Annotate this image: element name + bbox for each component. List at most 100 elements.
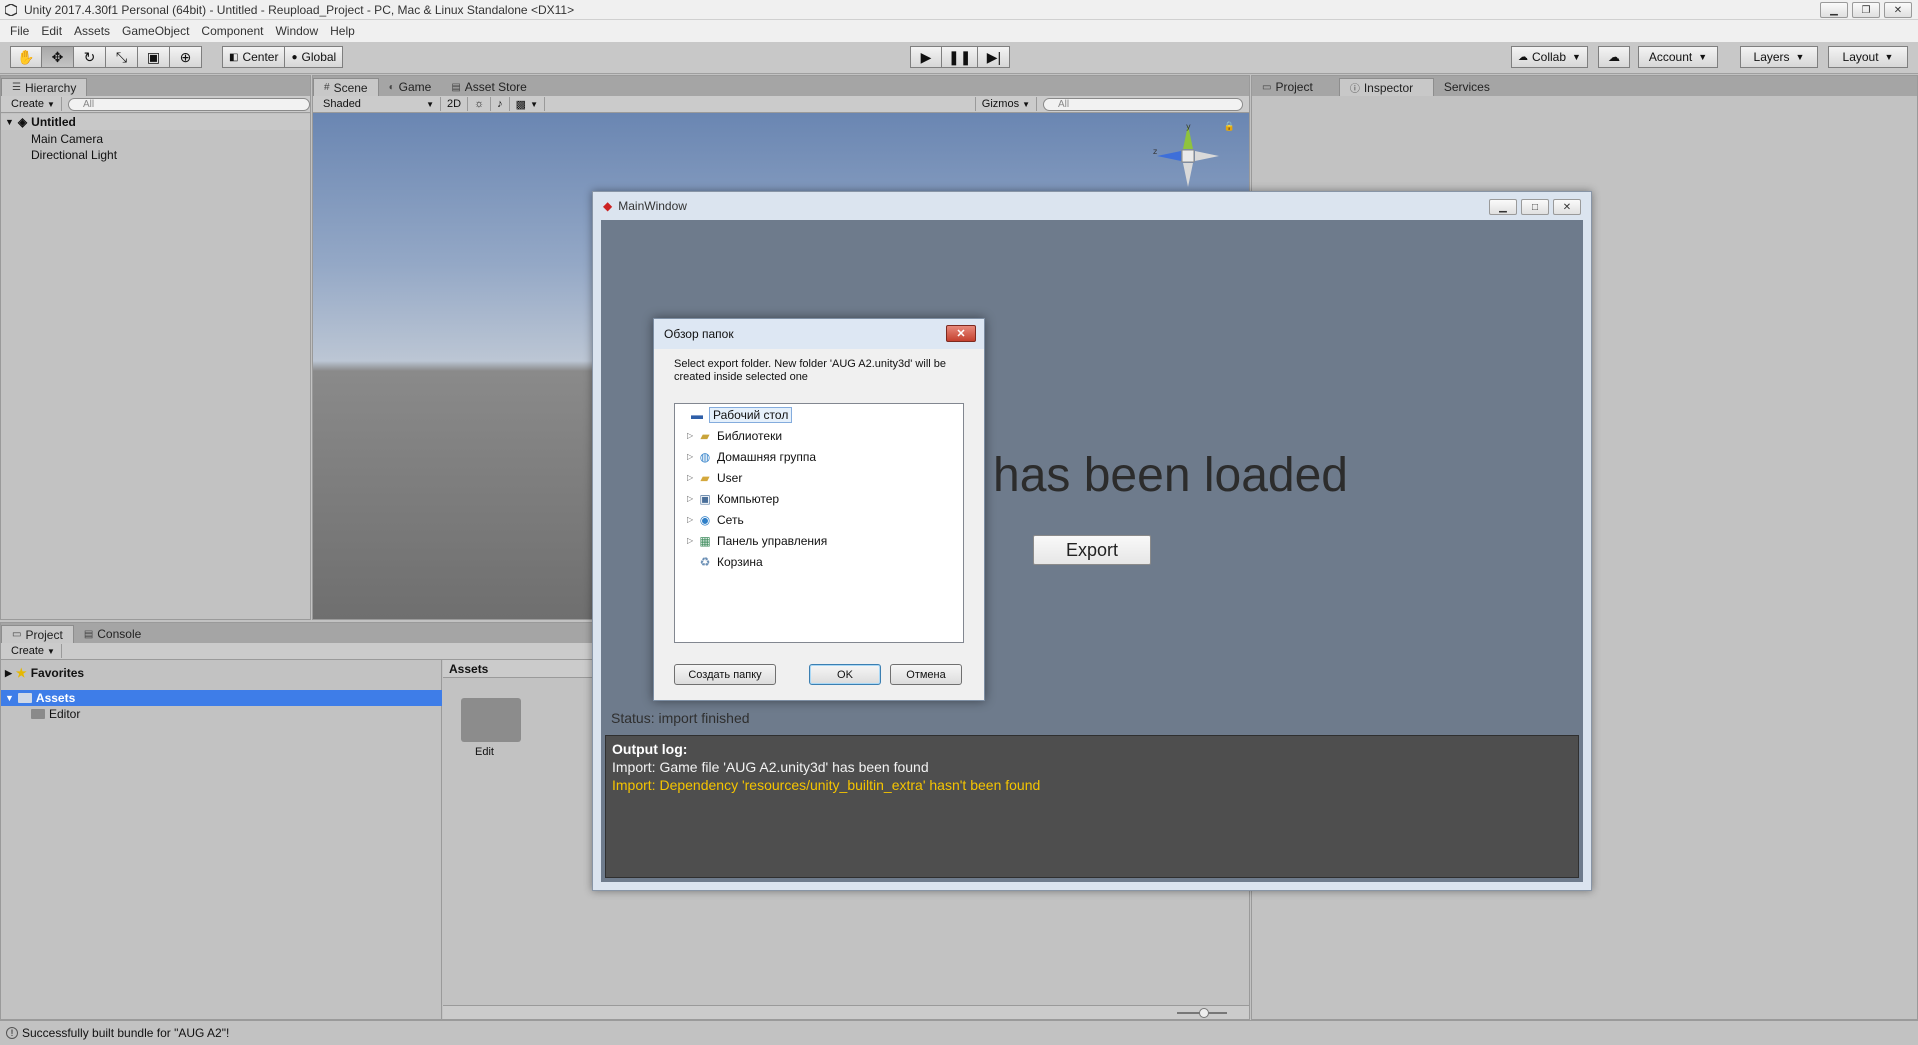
expand-icon[interactable]: ▷ <box>687 473 697 482</box>
pivot-toggle[interactable]: ◧ Center <box>222 46 286 68</box>
rect-tool-button[interactable]: ▣ <box>138 46 170 68</box>
menu-help[interactable]: Help <box>324 24 361 38</box>
effects-dropdown[interactable]: ▩ ▼ <box>510 97 545 111</box>
window-title: Unity 2017.4.30f1 Personal (64bit) - Unt… <box>24 2 575 17</box>
import-status: Status: import finished <box>611 710 750 726</box>
tab-scene[interactable]: # Scene <box>313 78 379 96</box>
search-placeholder: All <box>82 98 95 110</box>
tab-project[interactable]: ▭ Project <box>1 625 74 643</box>
menu-component[interactable]: Component <box>195 24 269 38</box>
expand-icon[interactable]: ▷ <box>687 431 697 440</box>
browse-dialog-close-button[interactable]: ✕ <box>946 325 976 342</box>
tree-item-desktop[interactable]: ▬ Рабочий стол <box>679 406 793 423</box>
tab-scene-label: Scene <box>333 80 368 95</box>
expand-icon[interactable]: ▷ <box>687 452 697 461</box>
collab-dropdown[interactable]: ☁ Collab ▼ <box>1511 46 1588 68</box>
layers-dropdown[interactable]: Layers ▼ <box>1740 46 1818 68</box>
hand-tool-button[interactable]: ✋ <box>10 46 42 68</box>
export-button[interactable]: Export <box>1033 535 1151 565</box>
tree-item-homegroup[interactable]: ▷ ◍ Домашняя группа <box>687 448 816 465</box>
new-folder-button[interactable]: Создать папку <box>674 664 776 685</box>
expand-icon[interactable]: ▷ <box>687 515 697 524</box>
collab-label: Collab <box>1532 50 1567 64</box>
main-window-titlebar[interactable]: ◆ MainWindow <box>593 192 1591 220</box>
tab-services-label: Services <box>1443 80 1490 94</box>
homegroup-icon: ◍ <box>699 449 711 464</box>
tab-services[interactable]: Services <box>1434 78 1500 96</box>
layout-dropdown[interactable]: Layout ▼ <box>1828 46 1908 68</box>
tab-console[interactable]: ▤ Console <box>74 625 151 643</box>
tab-hierarchy-label: Hierarchy <box>24 80 77 95</box>
move-tool-button[interactable]: ✥ <box>42 46 74 68</box>
space-toggle[interactable]: ● Global <box>285 46 344 68</box>
tree-item-control-panel[interactable]: ▷ ▦ Панель управления <box>687 532 827 549</box>
mw-close-button[interactable]: ✕ <box>1553 199 1581 215</box>
tab-inspector[interactable]: ⓘ Inspector <box>1338 78 1434 96</box>
2d-toggle[interactable]: 2D <box>441 97 469 111</box>
hierarchy-create-button[interactable]: Create ▼ <box>5 97 62 111</box>
expand-icon[interactable]: ▷ <box>687 536 697 545</box>
folder-tree[interactable]: ▬ Рабочий стол ▷ ▰ Библиотеки ▷ ◍ Домашн… <box>674 403 964 643</box>
pause-button[interactable]: ❚❚ <box>942 46 979 68</box>
slider-thumb[interactable] <box>1199 1008 1209 1018</box>
audio-toggle[interactable]: ♪ <box>491 97 510 111</box>
orientation-gizmo[interactable]: y z <box>1153 121 1223 191</box>
scene-root[interactable]: ▼ ◈ Untitled <box>1 114 310 130</box>
tree-item-user[interactable]: ▷ ▰ User <box>687 469 742 486</box>
menu-window[interactable]: Window <box>269 24 324 38</box>
play-button[interactable]: ▶ <box>910 46 942 68</box>
lighting-toggle[interactable]: ☼ <box>468 97 492 111</box>
favorites-item[interactable]: ▶ ★ Favorites <box>5 666 84 680</box>
tab-project-right[interactable]: ▭ Project <box>1252 78 1323 96</box>
scene-search-input[interactable]: All <box>1043 97 1243 111</box>
tab-asset-store[interactable]: ▤ Asset Store <box>441 78 536 96</box>
menu-file[interactable]: File <box>4 24 35 38</box>
mw-maximize-button[interactable]: □ <box>1521 199 1549 215</box>
rect-icon: ▣ <box>146 48 161 65</box>
scale-tool-button[interactable]: ⤡ <box>106 46 138 68</box>
hierarchy-item-directional-light[interactable]: Directional Light <box>31 148 117 162</box>
step-icon: ▶| <box>986 48 1002 65</box>
console-icon: ▤ <box>83 628 94 640</box>
browse-dialog-titlebar[interactable]: Обзор папок <box>654 319 984 349</box>
shading-dropdown[interactable]: Shaded ▼ <box>317 97 441 111</box>
tree-item-libraries[interactable]: ▷ ▰ Библиотеки <box>687 427 782 444</box>
tab-game[interactable]: ◐ Game <box>379 78 442 96</box>
tree-item-recycle-bin[interactable]: ♻ Корзина <box>687 553 763 570</box>
minimize-button[interactable]: ▁ <box>1820 2 1848 18</box>
tree-item-label: Корзина <box>717 554 763 569</box>
editor-folder-thumbnail[interactable] <box>461 698 521 742</box>
hierarchy-item-main-camera[interactable]: Main Camera <box>31 132 103 146</box>
project-tree: ▶ ★ Favorites ▼ Assets Editor <box>1 660 442 1019</box>
expand-icon[interactable]: ▷ <box>687 494 697 503</box>
menu-assets[interactable]: Assets <box>68 24 116 38</box>
gizmos-dropdown[interactable]: Gizmos ▼ <box>974 97 1037 111</box>
mw-minimize-button[interactable]: ▁ <box>1489 199 1517 215</box>
cloud-services-button[interactable]: ☁ <box>1598 46 1630 68</box>
menu-gameobject[interactable]: GameObject <box>116 24 195 38</box>
cancel-button[interactable]: Отмена <box>890 664 962 685</box>
menu-bar: File Edit Assets GameObject Component Wi… <box>0 20 1918 42</box>
ok-button[interactable]: OK <box>809 664 881 685</box>
editor-folder-item[interactable]: Editor <box>31 707 80 721</box>
restore-button[interactable]: ❐ <box>1852 2 1880 18</box>
cloud-outline-icon: ☁ <box>1608 50 1620 64</box>
lock-icon[interactable]: 🔒 <box>1224 121 1235 132</box>
rotate-tool-button[interactable]: ↻ <box>74 46 106 68</box>
hierarchy-search-input[interactable]: All <box>67 97 310 111</box>
close-button[interactable]: ✕ <box>1884 2 1912 18</box>
menu-edit[interactable]: Edit <box>35 24 68 38</box>
transform-tool-button[interactable]: ⊕ <box>170 46 202 68</box>
grid-icon: # <box>324 82 330 93</box>
tab-hierarchy[interactable]: ☰ Hierarchy <box>1 78 88 96</box>
tree-item-network[interactable]: ▷ ◉ Сеть <box>687 511 744 528</box>
account-dropdown[interactable]: Account ▼ <box>1638 46 1718 68</box>
pacman-icon: ◐ <box>388 81 395 93</box>
store-icon: ▤ <box>451 81 461 93</box>
step-button[interactable]: ▶| <box>978 46 1011 68</box>
tree-item-computer[interactable]: ▷ ▣ Компьютер <box>687 490 779 507</box>
project-create-label: Create <box>11 645 45 657</box>
assets-folder-item[interactable]: ▼ Assets <box>1 690 442 706</box>
speaker-icon: ♪ <box>497 98 503 110</box>
project-create-button[interactable]: Create ▼ <box>5 644 62 658</box>
